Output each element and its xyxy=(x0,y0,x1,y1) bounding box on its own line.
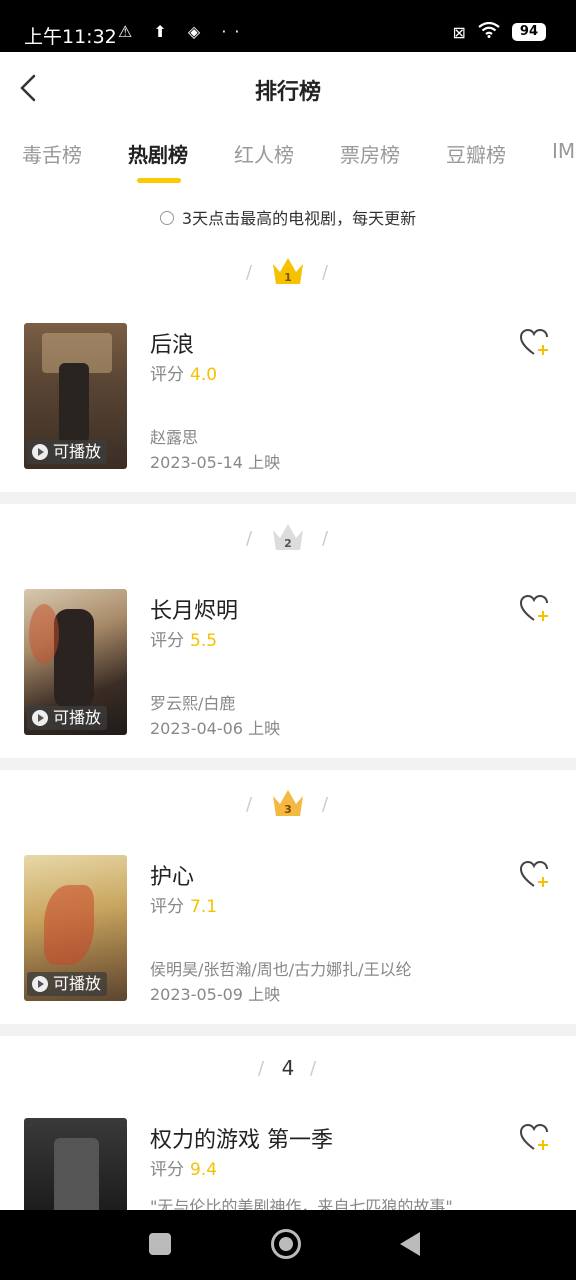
system-back-button[interactable] xyxy=(400,1232,420,1256)
actors: 侯明昊/张哲瀚/周也/古力娜扎/王以纶 xyxy=(150,960,412,979)
playable-tag: 可播放 xyxy=(27,706,108,730)
tab-piaofang[interactable]: 票房榜 xyxy=(340,139,400,168)
score-value: 5.5 xyxy=(190,631,218,651)
score-row: 评分 4.0 xyxy=(150,360,217,385)
play-icon xyxy=(32,444,48,460)
heart-plus-icon[interactable] xyxy=(519,1123,551,1153)
tab-dushe[interactable]: 毒舌榜 xyxy=(22,139,82,168)
actors: 罗云熙/白鹿 xyxy=(150,694,236,713)
release-date: 2023-05-09 上映 xyxy=(150,985,281,1004)
score-value: 7.1 xyxy=(190,897,218,917)
list-item[interactable]: 可播放 长月烬明 评分 5.5 罗云熙/白鹿 2023-04-06 上映 xyxy=(0,589,576,739)
section-divider xyxy=(0,758,576,770)
rank-header-2: / 2 / xyxy=(0,520,576,560)
crown-icon-bronze: 3 xyxy=(273,790,303,816)
poster-image[interactable]: 可播放 xyxy=(24,589,127,735)
crown-icon-silver: 2 xyxy=(273,524,303,550)
ranking-tabs: 毒舌榜 热剧榜 红人榜 票房榜 豆瓣榜 IM xyxy=(0,124,576,188)
list-item[interactable]: 可播放 护心 评分 7.1 侯明昊/张哲瀚/周也/古力娜扎/王以纶 2023-05… xyxy=(0,855,576,1005)
score-row: 评分 9.4 xyxy=(150,1155,217,1180)
play-icon xyxy=(32,710,48,726)
recent-apps-button[interactable] xyxy=(149,1233,171,1255)
divider-slash: / xyxy=(246,262,253,283)
list-item[interactable]: 可播放 后浪 评分 4.0 赵露思 2023-05-14 上映 xyxy=(0,323,576,473)
section-divider xyxy=(0,492,576,504)
playable-label: 可播放 xyxy=(53,442,102,461)
notice-text: 3天点击最高的电视剧，每天更新 xyxy=(181,209,417,228)
rank-number-4: 4 xyxy=(281,1056,295,1080)
divider-slash: / xyxy=(322,794,329,815)
heart-plus-icon[interactable] xyxy=(519,594,551,624)
page-title: 排行榜 xyxy=(254,80,321,105)
tab-reju[interactable]: 热剧榜 xyxy=(128,139,188,168)
clock-icon xyxy=(159,211,174,225)
crown-icon-gold: 1 xyxy=(273,258,303,284)
heart-plus-icon[interactable] xyxy=(519,860,551,890)
divider-slash: / xyxy=(322,262,329,283)
divider-slash: / xyxy=(246,528,253,549)
rank-header-1: / 1 / xyxy=(0,254,576,294)
score-label: 评分 xyxy=(150,1160,184,1180)
rank-number-2: 2 xyxy=(284,537,292,550)
divider-slash: / xyxy=(246,794,253,815)
header: 排行榜 xyxy=(0,52,576,124)
score-row: 评分 7.1 xyxy=(150,892,217,917)
playable-label: 可播放 xyxy=(53,708,102,727)
system-nav-bar xyxy=(0,1210,576,1280)
score-label: 评分 xyxy=(150,365,184,385)
status-bar: 上午11:32 ⚠ ⬆ ◈ ·· ⊠ 94 xyxy=(0,0,576,52)
sim-off-icon: ⊠ xyxy=(452,22,466,42)
show-title[interactable]: 长月烬明 xyxy=(150,593,238,625)
playable-tag: 可播放 xyxy=(27,972,108,996)
notification-icons: ⚠ ⬆ ◈ ·· xyxy=(118,22,248,41)
tab-douban[interactable]: 豆瓣榜 xyxy=(446,139,506,168)
actors: 赵露思 xyxy=(150,428,199,447)
score-row: 评分 5.5 xyxy=(150,626,217,651)
heart-plus-icon[interactable] xyxy=(519,328,551,358)
section-divider xyxy=(0,1024,576,1036)
status-time: 上午11:32 xyxy=(24,26,117,48)
rank-header-4: / 4 / xyxy=(0,1050,576,1090)
show-title[interactable]: 护心 xyxy=(150,859,194,891)
divider-slash: / xyxy=(322,528,329,549)
play-icon xyxy=(32,976,48,992)
release-date: 2023-04-06 上映 xyxy=(150,719,281,738)
home-button[interactable] xyxy=(271,1229,301,1259)
divider-slash: / xyxy=(310,1058,317,1079)
rank-number-3: 3 xyxy=(284,803,292,816)
show-title[interactable]: 后浪 xyxy=(150,327,194,359)
score-value: 9.4 xyxy=(190,1160,218,1180)
show-title[interactable]: 权力的游戏 第一季 xyxy=(150,1122,333,1154)
playable-tag: 可播放 xyxy=(27,440,108,464)
tab-hongren[interactable]: 红人榜 xyxy=(234,139,294,168)
poster-image[interactable]: 可播放 xyxy=(24,323,127,469)
score-label: 评分 xyxy=(150,631,184,651)
rank-header-3: / 3 / xyxy=(0,786,576,826)
score-value: 4.0 xyxy=(190,365,218,385)
active-tab-indicator xyxy=(137,178,181,183)
poster-image[interactable]: 可播放 xyxy=(24,855,127,1001)
release-date: 2023-05-14 上映 xyxy=(150,453,281,472)
tab-imdb[interactable]: IM xyxy=(552,139,575,163)
score-label: 评分 xyxy=(150,897,184,917)
rank-number-1: 1 xyxy=(284,271,292,284)
wifi-icon xyxy=(478,21,500,42)
update-notice: 3天点击最高的电视剧，每天更新 xyxy=(0,205,576,229)
battery-icon: 94 xyxy=(511,23,546,41)
playable-label: 可播放 xyxy=(53,974,102,993)
